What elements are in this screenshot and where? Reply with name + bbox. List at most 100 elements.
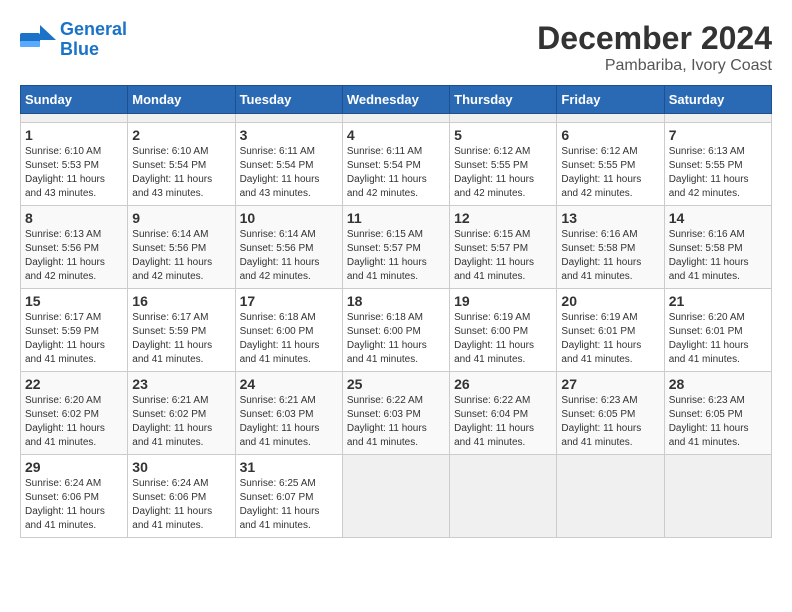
calendar-cell: 29 Sunrise: 6:24 AM Sunset: 6:06 PM Dayli… — [21, 455, 128, 538]
calendar-subtitle: Pambariba, Ivory Coast — [537, 57, 772, 75]
day-number: 8 — [25, 210, 123, 226]
day-info: Sunrise: 6:20 AM Sunset: 6:02 PM Dayligh… — [25, 394, 123, 450]
day-number: 22 — [25, 376, 123, 392]
page-header: General Blue December 2024 Pambariba, Iv… — [20, 20, 772, 75]
header-saturday: Saturday — [664, 86, 771, 114]
logo-line1: General — [60, 20, 127, 40]
day-number: 16 — [132, 293, 230, 309]
day-number: 29 — [25, 459, 123, 475]
day-info: Sunrise: 6:10 AM Sunset: 5:53 PM Dayligh… — [25, 145, 123, 201]
calendar-cell — [235, 114, 342, 123]
day-number: 14 — [669, 210, 767, 226]
day-info: Sunrise: 6:11 AM Sunset: 5:54 PM Dayligh… — [240, 145, 338, 201]
calendar-cell: 3 Sunrise: 6:11 AM Sunset: 5:54 PM Daylig… — [235, 123, 342, 206]
title-block: December 2024 Pambariba, Ivory Coast — [537, 20, 772, 75]
calendar-cell: 4 Sunrise: 6:11 AM Sunset: 5:54 PM Daylig… — [342, 123, 449, 206]
day-info: Sunrise: 6:24 AM Sunset: 6:06 PM Dayligh… — [25, 477, 123, 533]
calendar-cell: 14 Sunrise: 6:16 AM Sunset: 5:58 PM Dayli… — [664, 206, 771, 289]
calendar-cell: 20Sunrise: 6:19 AM Sunset: 6:01 PM Dayli… — [557, 289, 664, 372]
calendar-week-row: 29 Sunrise: 6:24 AM Sunset: 6:06 PM Dayli… — [21, 455, 772, 538]
day-info: Sunrise: 6:18 AM Sunset: 6:00 PM Dayligh… — [347, 311, 445, 367]
calendar-cell — [664, 114, 771, 123]
calendar-week-row: 22 Sunrise: 6:20 AM Sunset: 6:02 PM Dayli… — [21, 372, 772, 455]
calendar-cell: 26Sunrise: 6:22 AM Sunset: 6:04 PM Dayli… — [450, 372, 557, 455]
calendar-cell — [450, 114, 557, 123]
header-wednesday: Wednesday — [342, 86, 449, 114]
calendar-cell: 11 Sunrise: 6:15 AM Sunset: 5:57 PM Dayli… — [342, 206, 449, 289]
day-info: Sunrise: 6:19 AM Sunset: 6:01 PM Dayligh… — [561, 311, 659, 367]
day-number: 2 — [132, 127, 230, 143]
day-number: 7 — [669, 127, 767, 143]
calendar-cell: 18 Sunrise: 6:18 AM Sunset: 6:00 PM Dayli… — [342, 289, 449, 372]
logo-line2: Blue — [60, 40, 127, 60]
day-info: Sunrise: 6:12 AM Sunset: 5:55 PM Dayligh… — [454, 145, 552, 201]
calendar-cell: 24Sunrise: 6:21 AM Sunset: 6:03 PM Dayli… — [235, 372, 342, 455]
day-number: 4 — [347, 127, 445, 143]
day-number: 31 — [240, 459, 338, 475]
calendar-cell: 5Sunrise: 6:12 AM Sunset: 5:55 PM Daylig… — [450, 123, 557, 206]
day-info: Sunrise: 6:21 AM Sunset: 6:03 PM Dayligh… — [240, 394, 338, 450]
days-header-row: Sunday Monday Tuesday Wednesday Thursday… — [21, 86, 772, 114]
calendar-week-row: 15Sunrise: 6:17 AM Sunset: 5:59 PM Dayli… — [21, 289, 772, 372]
day-number: 23 — [132, 376, 230, 392]
calendar-cell — [557, 114, 664, 123]
day-info: Sunrise: 6:15 AM Sunset: 5:57 PM Dayligh… — [347, 228, 445, 284]
day-number: 9 — [132, 210, 230, 226]
calendar-cell: 1 Sunrise: 6:10 AM Sunset: 5:53 PM Daylig… — [21, 123, 128, 206]
day-info: Sunrise: 6:19 AM Sunset: 6:00 PM Dayligh… — [454, 311, 552, 367]
day-info: Sunrise: 6:11 AM Sunset: 5:54 PM Dayligh… — [347, 145, 445, 201]
day-number: 25 — [347, 376, 445, 392]
day-info: Sunrise: 6:13 AM Sunset: 5:55 PM Dayligh… — [669, 145, 767, 201]
calendar-cell: 25 Sunrise: 6:22 AM Sunset: 6:03 PM Dayli… — [342, 372, 449, 455]
calendar-cell: 15Sunrise: 6:17 AM Sunset: 5:59 PM Dayli… — [21, 289, 128, 372]
day-info: Sunrise: 6:16 AM Sunset: 5:58 PM Dayligh… — [669, 228, 767, 284]
calendar-cell: 6 Sunrise: 6:12 AM Sunset: 5:55 PM Daylig… — [557, 123, 664, 206]
header-tuesday: Tuesday — [235, 86, 342, 114]
day-info: Sunrise: 6:22 AM Sunset: 6:03 PM Dayligh… — [347, 394, 445, 450]
calendar-table: Sunday Monday Tuesday Wednesday Thursday… — [20, 85, 772, 538]
calendar-cell: 17 Sunrise: 6:18 AM Sunset: 6:00 PM Dayli… — [235, 289, 342, 372]
day-number: 11 — [347, 210, 445, 226]
day-info: Sunrise: 6:17 AM Sunset: 5:59 PM Dayligh… — [25, 311, 123, 367]
day-number: 6 — [561, 127, 659, 143]
day-info: Sunrise: 6:23 AM Sunset: 6:05 PM Dayligh… — [669, 394, 767, 450]
calendar-cell — [557, 455, 664, 538]
day-number: 28 — [669, 376, 767, 392]
calendar-cell: 13Sunrise: 6:16 AM Sunset: 5:58 PM Dayli… — [557, 206, 664, 289]
header-thursday: Thursday — [450, 86, 557, 114]
calendar-cell: 22 Sunrise: 6:20 AM Sunset: 6:02 PM Dayli… — [21, 372, 128, 455]
day-info: Sunrise: 6:14 AM Sunset: 5:56 PM Dayligh… — [240, 228, 338, 284]
day-number: 18 — [347, 293, 445, 309]
day-info: Sunrise: 6:13 AM Sunset: 5:56 PM Dayligh… — [25, 228, 123, 284]
calendar-cell: 2Sunrise: 6:10 AM Sunset: 5:54 PM Daylig… — [128, 123, 235, 206]
calendar-cell: 7 Sunrise: 6:13 AM Sunset: 5:55 PM Daylig… — [664, 123, 771, 206]
calendar-cell: 23Sunrise: 6:21 AM Sunset: 6:02 PM Dayli… — [128, 372, 235, 455]
calendar-cell: 21Sunrise: 6:20 AM Sunset: 6:01 PM Dayli… — [664, 289, 771, 372]
day-number: 12 — [454, 210, 552, 226]
day-info: Sunrise: 6:15 AM Sunset: 5:57 PM Dayligh… — [454, 228, 552, 284]
calendar-cell: 19 Sunrise: 6:19 AM Sunset: 6:00 PM Dayli… — [450, 289, 557, 372]
calendar-cell — [342, 114, 449, 123]
day-info: Sunrise: 6:16 AM Sunset: 5:58 PM Dayligh… — [561, 228, 659, 284]
calendar-cell: 12 Sunrise: 6:15 AM Sunset: 5:57 PM Dayli… — [450, 206, 557, 289]
day-number: 1 — [25, 127, 123, 143]
day-info: Sunrise: 6:25 AM Sunset: 6:07 PM Dayligh… — [240, 477, 338, 533]
day-number: 27 — [561, 376, 659, 392]
day-number: 19 — [454, 293, 552, 309]
day-number: 17 — [240, 293, 338, 309]
calendar-cell — [450, 455, 557, 538]
calendar-cell: 30Sunrise: 6:24 AM Sunset: 6:06 PM Dayli… — [128, 455, 235, 538]
day-info: Sunrise: 6:18 AM Sunset: 6:00 PM Dayligh… — [240, 311, 338, 367]
day-number: 3 — [240, 127, 338, 143]
calendar-cell: 31 Sunrise: 6:25 AM Sunset: 6:07 PM Dayli… — [235, 455, 342, 538]
day-number: 21 — [669, 293, 767, 309]
calendar-cell: 27Sunrise: 6:23 AM Sunset: 6:05 PM Dayli… — [557, 372, 664, 455]
day-number: 10 — [240, 210, 338, 226]
logo: General Blue — [20, 20, 127, 60]
calendar-cell: 16Sunrise: 6:17 AM Sunset: 5:59 PM Dayli… — [128, 289, 235, 372]
calendar-cell — [664, 455, 771, 538]
calendar-week-row: 8 Sunrise: 6:13 AM Sunset: 5:56 PM Daylig… — [21, 206, 772, 289]
day-info: Sunrise: 6:12 AM Sunset: 5:55 PM Dayligh… — [561, 145, 659, 201]
calendar-week-row — [21, 114, 772, 123]
calendar-cell: 9Sunrise: 6:14 AM Sunset: 5:56 PM Daylig… — [128, 206, 235, 289]
